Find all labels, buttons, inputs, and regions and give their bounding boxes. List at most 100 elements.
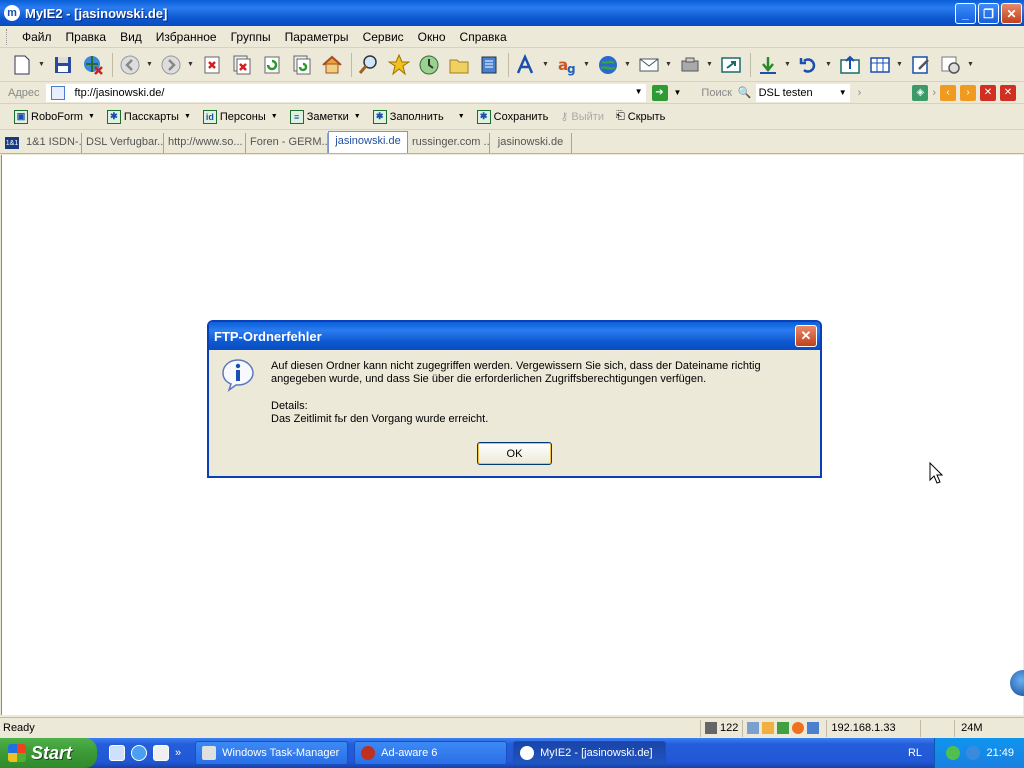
chevron-down-icon[interactable]: ▼ [583,61,591,68]
tab-jasinowski[interactable]: jasinowski.de [490,133,572,153]
download-icon[interactable] [754,51,782,79]
back-icon[interactable] [116,51,144,79]
gear-icon[interactable] [792,722,805,734]
menu-favorites[interactable]: Избранное [149,28,224,46]
clean-icon[interactable] [762,722,775,734]
chevron-down-icon[interactable]: ▼ [825,61,833,68]
chevron-right-icon[interactable]: » [175,747,181,759]
fullscreen-icon[interactable] [717,51,745,79]
menu-groups[interactable]: Группы [224,28,278,46]
globe-icon[interactable] [966,746,981,760]
tab-dsl[interactable]: DSL Verfugbar... [82,133,164,153]
ok-button[interactable]: OK [477,442,552,465]
proxy-globe-icon[interactable] [594,51,622,79]
minimize-button[interactable]: _ [955,3,976,24]
layout-grid-icon[interactable] [866,51,894,79]
explorer-icon[interactable] [109,745,125,761]
window-titlebar[interactable]: m MyIE2 - [jasinowski.de] _ ❐ ✕ [0,0,1024,26]
globe-offline-icon[interactable] [79,51,107,79]
chevron-down-icon[interactable]: ▼ [784,61,792,68]
dialog-close-button[interactable]: ✕ [795,325,817,347]
search-icon[interactable] [355,51,383,79]
stop-icon[interactable] [198,51,226,79]
collector-icon[interactable]: ◈ [912,84,929,101]
page-list-icon[interactable] [475,51,503,79]
passcards-menu[interactable]: ✱ Пасскарты ▼ [106,109,191,124]
chevron-down-icon[interactable]: ▼ [38,61,46,68]
logoff-button[interactable]: ⚷ Выйти [560,110,604,124]
ie-icon[interactable] [131,745,147,761]
start-button[interactable]: Start [0,738,97,768]
menu-window[interactable]: Окно [411,28,453,46]
menu-file[interactable]: Файл [15,28,59,46]
network-icon[interactable] [946,746,961,760]
prev-tab-icon[interactable]: ‹ [940,84,956,101]
hide-toolbar-button[interactable]: ⎗ Скрыть [616,110,665,123]
tab-http[interactable]: http://www.so... [164,133,246,153]
mail-icon[interactable] [635,51,663,79]
new-page-icon[interactable] [8,51,36,79]
search-value[interactable]: DSL testen [759,87,813,99]
clock[interactable]: 21:49 [986,747,1014,759]
fill-forms-menu[interactable]: ✱ Заполнить ▼ [372,109,465,124]
dialog-title[interactable]: FTP-Ordnerfehler [209,322,820,350]
status-counter[interactable]: 122 [700,719,742,737]
chevron-down-icon[interactable]: ▼ [706,61,714,68]
chevron-down-icon[interactable]: ▼ [674,88,682,97]
popup-block-icon[interactable] [747,722,760,734]
search-icon[interactable]: 🔍 [738,86,752,99]
chevron-down-icon[interactable]: ▼ [624,61,632,68]
save-forms-button[interactable]: ✱ Сохранить [476,109,548,124]
task-myie2[interactable]: MyIE2 - [jasinowski.de] [513,741,667,765]
roboform-menu[interactable]: ▣ RoboForm ▼ [14,109,95,124]
undo-close-icon[interactable] [795,51,823,79]
task-adaware[interactable]: Ad-aware 6 [354,741,508,765]
refresh-icon[interactable] [258,51,286,79]
tab-jasinowski-active[interactable]: jasinowski.de [328,131,408,153]
chevron-down-icon[interactable]: ▼ [967,61,975,68]
chevron-down-icon[interactable]: ▼ [839,88,847,97]
chevron-down-icon[interactable]: ▼ [635,87,643,96]
close-tab-icon[interactable]: ✕ [980,84,996,101]
menu-view[interactable]: Вид [113,28,149,46]
tools-icon[interactable] [676,51,704,79]
chevron-right-icon[interactable]: › [858,87,862,99]
close-all-tabs-icon[interactable]: ✕ [1000,84,1016,101]
language-indicator[interactable]: RL [908,747,922,759]
go-arrow-icon[interactable]: ➔ [651,84,668,101]
menu-help[interactable]: Справка [453,28,514,46]
identities-menu[interactable]: id Персоны ▼ [202,109,278,124]
favorites-star-icon[interactable] [385,51,413,79]
edit-page-icon[interactable] [907,51,935,79]
menu-edit[interactable]: Правка [59,28,114,46]
settings-gear-icon[interactable] [937,51,965,79]
chevron-down-icon[interactable]: ▼ [146,61,154,68]
page-info-icon[interactable] [807,722,820,734]
upload-icon[interactable] [836,51,864,79]
stop-all-icon[interactable] [228,51,256,79]
menu-tools[interactable]: Сервис [356,28,411,46]
toolbar-grip[interactable] [6,28,9,45]
tab-russinger[interactable]: russinger.com ... [408,133,490,153]
search-input[interactable]: DSL testen ▼ [755,83,850,102]
chevron-down-icon[interactable]: ▼ [665,61,673,68]
font-size-icon[interactable] [512,51,540,79]
encoding-icon[interactable]: ag [553,51,581,79]
address-input[interactable]: ftp://jasinowski.de/ ▼ [45,83,646,102]
save-icon[interactable] [49,51,77,79]
restore-button[interactable]: ❐ [978,3,999,24]
tab-foren[interactable]: Foren - GERM... [246,133,328,153]
forward-icon[interactable] [157,51,185,79]
next-tab-icon[interactable]: › [960,84,976,101]
history-icon[interactable] [415,51,443,79]
refresh-all-icon[interactable] [288,51,316,79]
chevron-down-icon[interactable]: ▼ [542,61,550,68]
tab-1and1[interactable]: 1&1 ISDN-... [22,133,82,153]
task-taskmanager[interactable]: Windows Task-Manager [195,741,349,765]
notes-menu[interactable]: ≡ Заметки ▼ [289,109,361,124]
menu-options[interactable]: Параметры [278,28,356,46]
show-desktop-icon[interactable] [153,745,169,761]
address-value[interactable]: ftp://jasinowski.de/ [75,87,165,99]
download-manager-icon[interactable] [777,722,790,734]
folder-icon[interactable] [445,51,473,79]
